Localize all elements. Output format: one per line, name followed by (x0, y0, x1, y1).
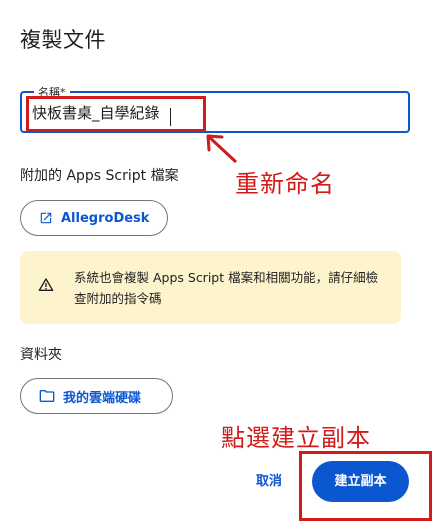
open-in-new-icon (40, 212, 52, 224)
annotation-click-create: 點選建立副本 (221, 424, 371, 452)
warning-banner: 系統也會複製 Apps Script 檔案和相關功能，請仔細檢查附加的指令碼 (20, 251, 401, 324)
folder-chip[interactable]: 我的雲端硬碟 (20, 378, 173, 414)
apps-script-chip[interactable]: AllegroDesk (20, 200, 168, 236)
addon-section-label: 附加的 Apps Script 檔案 (20, 168, 179, 184)
dialog-title: 複製文件 (20, 28, 106, 52)
annotation-arrow-icon (206, 134, 238, 164)
copy-document-dialog: 複製文件 名稱* 重新命名 附加的 Apps Script 檔案 Allegro… (0, 0, 435, 522)
folder-section-label: 資料夾 (20, 347, 62, 363)
annotation-highlight-name (26, 96, 206, 132)
annotation-rename: 重新命名 (235, 170, 335, 198)
folder-chip-label: 我的雲端硬碟 (63, 390, 142, 406)
folder-icon (39, 390, 55, 402)
warning-text: 系統也會複製 Apps Script 檔案和相關功能，請仔細檢查附加的指令碼 (74, 270, 379, 306)
cancel-button[interactable]: 取消 (248, 468, 290, 496)
apps-script-chip-label: AllegroDesk (61, 210, 150, 226)
annotation-highlight-create (299, 451, 432, 521)
warning-icon (38, 278, 54, 291)
